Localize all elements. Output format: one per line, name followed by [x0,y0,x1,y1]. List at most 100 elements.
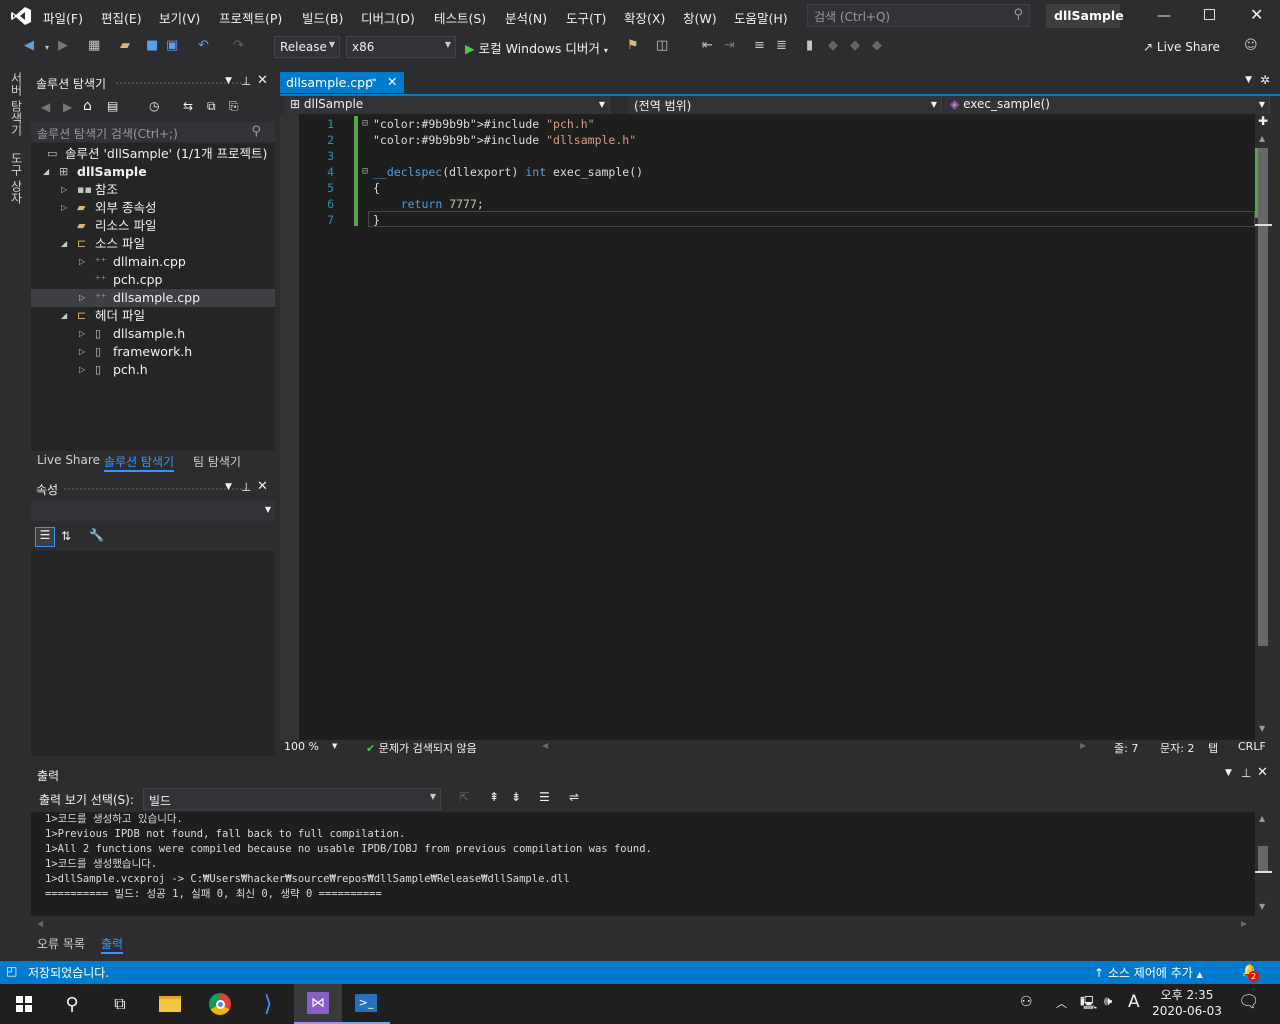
comment-icon[interactable]: ≡ [754,38,765,53]
network-icon[interactable]: 🖳 [1080,994,1097,1016]
expand-icon[interactable]: ▷ [79,289,85,307]
output-vertical-scrollbar[interactable]: ▲ ▼ [1255,812,1272,916]
tree-item[interactable]: ◢ ⊏ 헤더 파일 [31,307,275,325]
show-all-files-icon[interactable]: ⎘ [229,99,239,114]
collapse-icon[interactable]: ◢ [61,235,67,253]
editor-vertical-scrollbar[interactable]: ✚ ▲ ▼ [1255,114,1272,740]
pin-icon[interactable]: ⊥ [241,480,251,494]
scroll-left-icon[interactable]: ◀ [37,919,43,928]
expand-icon[interactable]: ▷ [79,343,85,361]
menu-item[interactable]: 테스트(S) [434,8,486,27]
visual-studio-icon[interactable]: ⋈ [294,984,342,1024]
tree-item[interactable]: ▰ 리소스 파일 [31,217,275,235]
collapse-all-icon[interactable]: ⧉ [207,99,216,114]
zoom-select[interactable]: 100 % ▼ [282,740,342,756]
chevron-down-icon[interactable]: ▾ [45,43,49,52]
word-wrap-icon[interactable]: ⇌ [569,790,579,804]
switch-views-icon[interactable]: ▤ [107,99,118,113]
tree-item[interactable]: ◢ ⊞ dllSample [31,163,275,181]
forward-icon[interactable]: ▶ [58,38,68,53]
split-icon[interactable]: ✚ [1258,114,1268,128]
save-all-icon[interactable]: ▣ [166,38,178,53]
next-bookmark-icon[interactable]: ◆ [850,38,860,53]
notifications-button[interactable]: 🔔 2 [1242,963,1259,982]
prev-message-icon[interactable]: ⇞ [489,790,499,804]
tab-team-explorer[interactable]: 팀 탐색기 [193,453,241,470]
scroll-up-icon[interactable]: ▲ [1259,814,1265,823]
browser-link-icon[interactable]: ◫ [656,38,668,53]
categorized-icon[interactable]: ☰ [35,527,55,547]
save-icon[interactable]: ■ [146,38,158,53]
code-editor[interactable]: 1 "color:#9b9b9b">#include "pch.h" 2 "color… [280,114,1255,740]
menu-item[interactable]: 확장(X) [624,8,665,27]
code-line[interactable]: __declspec(dllexport) int exec_sample() [373,165,643,179]
action-center-icon[interactable]: 🗨 [1238,992,1260,1012]
tree-item[interactable]: ▭ 솔루션 'dllSample' (1/1개 프로젝트) [31,145,275,163]
scroll-thumb[interactable] [1258,846,1268,872]
start-debugging-button[interactable]: ▶ 로컬 Windows 디버거 ▾ [465,38,608,57]
redo-icon[interactable]: ↷ [233,38,244,53]
clear-bookmarks-icon[interactable]: ◆ [872,38,882,53]
chevron-up-icon[interactable]: ︿ [1056,995,1067,1011]
tab-live-share[interactable]: Live Share [37,453,100,467]
tab-output[interactable]: 출력 [101,935,124,954]
close-icon[interactable]: ✕ [257,73,268,88]
tab-dllsample-cpp[interactable]: dllsample.cpp ⊸ ✕ [280,72,404,93]
configuration-select[interactable]: Release ▼ [274,36,340,58]
live-share-button[interactable]: ↗ Live Share [1143,40,1220,54]
scroll-right-icon[interactable]: ▶ [1080,741,1086,750]
glyph-margin[interactable] [280,114,299,740]
scroll-down-icon[interactable]: ▼ [1259,724,1265,733]
back-icon[interactable]: ◀ [41,100,50,114]
menu-item[interactable]: 프로젝트(P) [219,8,282,27]
powershell-icon[interactable]: >_ [342,984,390,1024]
goto-message-icon[interactable]: ⇱ [459,790,469,804]
ime-indicator[interactable]: A [1128,992,1140,1012]
bookmark-icon[interactable]: ▮ [806,38,813,53]
next-message-icon[interactable]: ⇟ [511,790,521,804]
chevron-down-icon[interactable]: ▼ [1245,75,1252,85]
code-line[interactable]: "color:#9b9b9b">#include "dllsample.h" [373,133,636,147]
close-icon[interactable]: ✕ [387,74,397,89]
chevron-down-icon[interactable]: ▼ [225,76,232,86]
restore-icon[interactable] [1204,9,1215,20]
menu-item[interactable]: 디버그(D) [361,8,415,27]
expand-icon[interactable]: ▷ [61,199,67,217]
home-icon[interactable]: ⌂ [83,98,92,114]
tree-item[interactable]: ▷ ⁺⁺ dllmain.cpp [31,253,275,271]
line-ending-indicator[interactable]: CRLF [1238,740,1266,753]
pin-icon[interactable]: ⊸ [368,75,376,86]
pin-icon[interactable]: ⊥ [1241,766,1251,780]
alphabetical-icon[interactable]: ⇅ [61,529,71,543]
output-source-select[interactable]: 빌드 ▼ [143,788,441,810]
close-icon[interactable]: ✕ [1250,5,1263,24]
prev-bookmark-icon[interactable]: ◆ [828,38,838,53]
code-line[interactable]: } [373,213,380,227]
toolbox-tab[interactable]: 도구 상자 [8,152,25,204]
tree-item[interactable]: ◢ ⊏ 소스 파일 [31,235,275,253]
scroll-right-icon[interactable]: ▶ [1241,919,1247,928]
scroll-down-icon[interactable]: ▼ [1259,902,1265,911]
tab-solution-explorer[interactable]: 솔루션 탐색기 [104,453,175,472]
drag-grip[interactable] [63,487,249,492]
code-line[interactable]: { [373,181,380,195]
step-icon[interactable]: ⇤ [702,38,713,53]
volume-icon[interactable]: 🕪 [1104,994,1112,1009]
menu-item[interactable]: 편집(E) [101,8,142,27]
nav-project-select[interactable]: ⊞ dllSample ▼ [284,96,610,114]
menu-item[interactable]: 도구(T) [566,8,606,27]
scroll-thumb[interactable] [1258,148,1268,646]
undo-icon[interactable]: ↶ [198,38,209,53]
tab-mode-indicator[interactable]: 탭 [1208,740,1218,756]
chevron-down-icon[interactable]: ▼ [225,482,232,492]
scroll-left-icon[interactable]: ◀ [542,741,548,750]
feedback-icon[interactable]: ☺ [1244,38,1258,53]
back-icon[interactable]: ◀ [24,38,34,53]
issues-indicator[interactable]: ✔ 문제가 검색되지 않음 [366,740,477,756]
property-pages-icon[interactable]: 🔧 [89,528,104,542]
close-icon[interactable]: ✕ [1257,765,1268,780]
clock[interactable]: 오후 2:35 2020-06-03 [1150,987,1224,1019]
properties-object-select[interactable]: ▼ [31,501,275,521]
forward-icon[interactable]: ▶ [63,100,72,114]
nav-member-select[interactable]: ◈ exec_sample() ▼ [944,96,1270,114]
